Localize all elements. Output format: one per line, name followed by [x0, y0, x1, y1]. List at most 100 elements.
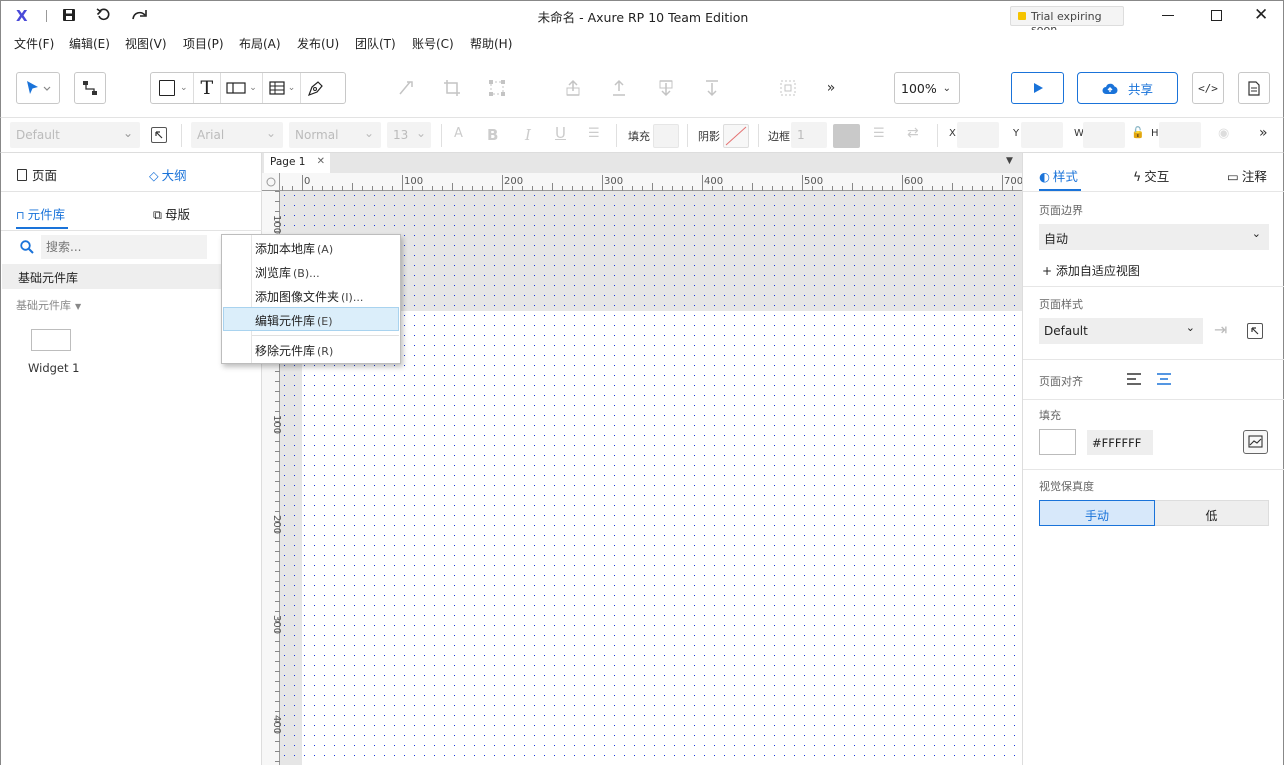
- transform-icon[interactable]: [483, 72, 511, 104]
- page-tab[interactable]: Page 1 ✕: [264, 153, 330, 173]
- tab-list-dropdown-icon[interactable]: ▼: [1006, 156, 1013, 166]
- h-ruler-label: 300: [604, 176, 623, 187]
- tab-outline[interactable]: ◇ 大纲: [149, 165, 187, 184]
- save-icon[interactable]: [62, 8, 76, 25]
- menu-edit[interactable]: 编辑(E): [69, 35, 110, 52]
- ctx-browse-libraries[interactable]: 浏览库 (B)...: [223, 259, 399, 283]
- font-weight-select[interactable]: Normal ⌄: [289, 122, 381, 148]
- code-inspect-button[interactable]: </>: [1192, 72, 1224, 104]
- table-tool-icon[interactable]: [269, 81, 285, 95]
- menu-account[interactable]: 账号(C): [412, 35, 454, 52]
- trial-badge[interactable]: Trial expiring soon: [1010, 6, 1124, 36]
- style-select[interactable]: Default ⌄: [10, 122, 140, 148]
- send-to-back-icon[interactable]: [698, 72, 726, 104]
- chevron-down-icon[interactable]: ⌄: [288, 83, 296, 93]
- menu-layout[interactable]: 布局(A): [239, 35, 281, 52]
- edit-style-icon[interactable]: [151, 127, 167, 143]
- fill-hex-input[interactable]: #FFFFFF: [1087, 430, 1153, 455]
- subtab-libraries[interactable]: ⊓ 元件库: [16, 204, 65, 223]
- menu-view[interactable]: 视图(V): [125, 35, 167, 52]
- bold-icon[interactable]: B: [487, 126, 498, 144]
- tab-pages[interactable]: 页面: [17, 165, 57, 184]
- h-input[interactable]: [1159, 122, 1201, 148]
- select-tool-button[interactable]: [16, 72, 60, 104]
- group-icon[interactable]: [774, 72, 802, 104]
- fidelity-manual-button[interactable]: 手动: [1039, 500, 1155, 526]
- library-select[interactable]: 基础元件库: [2, 264, 222, 289]
- font-size-select[interactable]: 13 ⌄: [387, 122, 431, 148]
- search-icon[interactable]: [20, 240, 34, 257]
- x-input[interactable]: [957, 122, 999, 148]
- lock-icon[interactable]: 🔓: [1131, 126, 1145, 139]
- subtab-masters[interactable]: ⧉ 母版: [153, 204, 190, 223]
- page-bounds-select[interactable]: 自动 ⌄: [1039, 224, 1269, 250]
- text-tool-icon[interactable]: T: [201, 77, 214, 99]
- page-style-select[interactable]: Default ⌄: [1039, 318, 1203, 344]
- menu-publish[interactable]: 发布(U): [297, 35, 339, 52]
- border-color-swatch[interactable]: [833, 124, 860, 148]
- edit-point-icon[interactable]: [392, 72, 420, 104]
- tab-style[interactable]: ◐ 样式: [1039, 166, 1078, 185]
- ctx-edit-library[interactable]: 编辑元件库 (E): [223, 307, 399, 331]
- align-left-icon[interactable]: [1127, 373, 1141, 388]
- add-adaptive-view-link[interactable]: + 添加自适应视图: [1042, 262, 1140, 279]
- redo-icon[interactable]: [131, 7, 149, 26]
- menu-team[interactable]: 团队(T): [355, 35, 396, 52]
- h-label: H: [1151, 128, 1159, 139]
- widget-thumbnail[interactable]: [31, 329, 71, 351]
- menu-file[interactable]: 文件(F): [14, 35, 54, 52]
- y-input[interactable]: [1021, 122, 1063, 148]
- more-format-icon[interactable]: »: [1259, 125, 1268, 141]
- send-backward-icon[interactable]: [652, 72, 680, 104]
- tab-interactions[interactable]: ϟ 交互: [1133, 166, 1169, 185]
- more-tools-icon[interactable]: »: [819, 72, 843, 104]
- w-input[interactable]: [1083, 122, 1125, 148]
- undo-icon[interactable]: [96, 7, 112, 26]
- align-center-icon[interactable]: [1157, 373, 1171, 388]
- share-button[interactable]: 共享: [1077, 72, 1178, 104]
- chevron-down-icon[interactable]: ⌄: [249, 83, 257, 93]
- close-icon[interactable]: ✕: [1254, 5, 1268, 25]
- zoom-select[interactable]: 100% ⌄: [894, 72, 960, 104]
- list-icon[interactable]: ☰: [588, 126, 600, 141]
- edit-page-style-icon[interactable]: [1247, 323, 1263, 339]
- border-width-input[interactable]: 1: [791, 122, 827, 148]
- fidelity-low-button[interactable]: 低: [1155, 500, 1269, 526]
- preview-button[interactable]: [1011, 72, 1064, 104]
- rectangle-tool-icon[interactable]: [159, 80, 175, 96]
- chevron-down-icon: ⌄: [363, 126, 374, 140]
- style-value: Default: [16, 128, 60, 142]
- apply-style-icon[interactable]: ⇥: [1214, 320, 1227, 339]
- library-group-header[interactable]: 基础元件库 ▼: [16, 297, 81, 313]
- ctx-remove-library[interactable]: 移除元件库 (R): [223, 337, 399, 361]
- menu-help[interactable]: 帮助(H): [470, 35, 512, 52]
- search-input[interactable]: [41, 235, 207, 259]
- shadow-swatch[interactable]: [723, 124, 749, 148]
- ctx-add-local-library[interactable]: 添加本地库 (A): [223, 235, 399, 259]
- menu-project[interactable]: 项目(P): [183, 35, 224, 52]
- fill-color-swatch[interactable]: [1039, 429, 1076, 455]
- document-button[interactable]: [1238, 72, 1270, 104]
- connector-tool-button[interactable]: [74, 72, 106, 104]
- bring-forward-icon[interactable]: [559, 72, 587, 104]
- fill-color-swatch[interactable]: [653, 124, 679, 148]
- bring-to-front-icon[interactable]: [605, 72, 633, 104]
- chevron-down-icon[interactable]: ⌄: [180, 83, 188, 93]
- ctx-add-image-folder[interactable]: 添加图像文件夹 (I)...: [223, 283, 399, 307]
- pen-tool-icon[interactable]: [307, 79, 325, 97]
- hotspot-tool-icon[interactable]: [226, 81, 246, 95]
- italic-icon[interactable]: I: [525, 126, 531, 144]
- crop-icon[interactable]: [438, 72, 466, 104]
- fill-image-button[interactable]: [1243, 430, 1268, 454]
- text-color-icon[interactable]: A: [454, 126, 463, 141]
- maximize-icon[interactable]: [1211, 10, 1222, 21]
- arrow-style-icon[interactable]: ⇄: [907, 125, 919, 141]
- close-tab-icon[interactable]: ✕: [317, 156, 325, 167]
- underline-icon[interactable]: U: [555, 124, 566, 142]
- visibility-eye-icon[interactable]: ◉: [1218, 126, 1229, 141]
- tab-notes[interactable]: ▭ 注释: [1227, 166, 1267, 185]
- divider: [261, 73, 263, 103]
- border-style-icon[interactable]: ☰: [873, 126, 885, 141]
- font-select[interactable]: Arial ⌄: [191, 122, 283, 148]
- minimize-icon[interactable]: [1162, 15, 1174, 16]
